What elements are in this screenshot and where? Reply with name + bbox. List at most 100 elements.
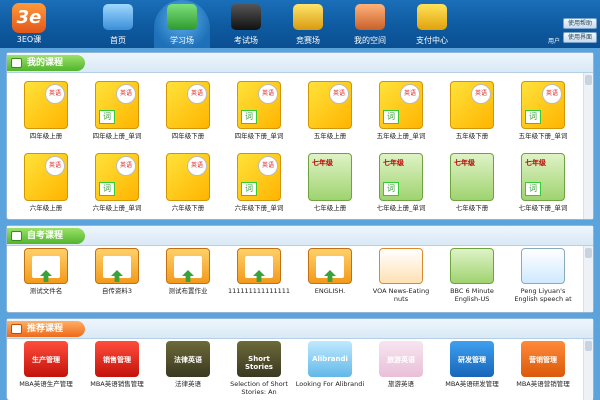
self-course-card[interactable]: BBC 6 Minute English-US: [437, 248, 507, 303]
self-course-card[interactable]: ENGLISH.: [295, 248, 365, 303]
course-card[interactable]: 七年级 七年级下册: [437, 153, 507, 212]
logo-text: 3EO课: [16, 35, 42, 44]
self-courses-scrollbar[interactable]: [583, 246, 593, 312]
recommended-cover: 销售管理: [95, 341, 139, 377]
cover-subtitle: 研发管理: [458, 356, 486, 364]
recommended-card[interactable]: 生产管理 MBA英语生产管理: [11, 341, 81, 396]
course-card[interactable]: 英语词五年级上册_单词: [366, 81, 436, 140]
nav-home[interactable]: 首页: [90, 0, 146, 48]
course-card[interactable]: 英语四年级下册: [153, 81, 223, 140]
help-button[interactable]: 使用帮助: [563, 18, 597, 29]
my-courses-panel: 我的课程 英语 四年级上册 英语词四年级上册_单词 英语 四年级下册 英语词四年级下册_单…: [6, 52, 594, 220]
my-courses-scrollbar[interactable]: [583, 73, 593, 219]
self-course-card[interactable]: VOA News-Eating nuts: [366, 248, 436, 303]
course-label: 六年级上册: [29, 204, 63, 212]
course-card[interactable]: 英语 五年级上册: [295, 81, 365, 140]
self-courses-panel: 自考课程 测试文件名 自传资料3 测试布置作业 111111111111111 ENGL…: [6, 225, 594, 313]
cover-subtitle: 销售管理: [103, 356, 131, 364]
course-cover: 七年级: [308, 153, 352, 201]
recommended-scrollbar[interactable]: [583, 339, 593, 400]
scroll-thumb[interactable]: [585, 75, 592, 85]
scroll-thumb[interactable]: [585, 248, 592, 258]
recommended-title-tab: 推荐课程: [7, 321, 86, 337]
document-icon: [245, 256, 273, 282]
course-card[interactable]: 英语 五年级下册: [437, 81, 507, 140]
course-card[interactable]: 英语 六年级上册: [11, 153, 81, 212]
self-course-label: Peng Liyuan's English speech at: [514, 287, 572, 303]
course-label: 七年级下册: [455, 204, 489, 212]
nav-contest[interactable]: 竞赛场: [280, 0, 336, 48]
self-course-card[interactable]: Peng Liyuan's English speech at: [508, 248, 578, 303]
course-card[interactable]: 英语词四年级上册_单词: [82, 81, 152, 140]
recommended-card[interactable]: Short Stories Selection of Short Stories:…: [224, 341, 294, 396]
course-card[interactable]: 七年级 七年级上册: [295, 153, 365, 212]
recommended-cover: 营销管理: [521, 341, 565, 377]
nav-study[interactable]: 学习场: [154, 0, 210, 48]
course-cover: 七年级词: [379, 153, 423, 201]
nav-payment-label: 支付中心: [416, 36, 448, 45]
voa-cover: [379, 248, 423, 284]
recommended-card[interactable]: 营销管理 MBA英语营销管理: [508, 341, 578, 396]
course-card[interactable]: 英语 四年级上册: [11, 81, 81, 140]
word-icon: 词: [383, 182, 399, 196]
self-course-card[interactable]: 111111111111111: [224, 248, 294, 303]
self-course-label: 自传资料3: [101, 287, 133, 295]
recommended-card[interactable]: 法律英语 法律英语: [153, 341, 223, 396]
folder-cover: [237, 248, 281, 284]
self-course-card[interactable]: 自传资料3: [82, 248, 152, 303]
course-card[interactable]: 英语词四年级下册_单词: [224, 81, 294, 140]
course-cover: 英语: [166, 81, 210, 129]
nav-exam-label: 考试场: [234, 36, 258, 45]
recommended-label: MBA英语生产管理: [19, 380, 73, 388]
self-course-label: 测试布置作业: [168, 287, 208, 295]
course-label: 四年级下册_单词: [234, 132, 284, 140]
course-cover: 七年级词: [521, 153, 565, 201]
interface-button[interactable]: 使用界面: [563, 32, 597, 43]
nav-exam[interactable]: 考试场: [218, 0, 274, 48]
book-icon: [11, 324, 22, 334]
course-card[interactable]: 七年级词七年级下册_单词: [508, 153, 578, 212]
upload-arrow-icon: [111, 270, 123, 282]
self-courses-title: 自考课程: [27, 231, 64, 241]
self-course-card[interactable]: 测试文件名: [11, 248, 81, 303]
logo-badge: 3e: [12, 3, 46, 33]
recommended-card[interactable]: 研发管理 MBA英语研发管理: [437, 341, 507, 396]
course-label: 四年级下册: [171, 132, 205, 140]
trophy-icon: [293, 4, 323, 30]
user-label: 用户: [547, 38, 560, 45]
recommended-label: 法律英语: [175, 380, 201, 388]
grade-label: 七年级: [525, 159, 546, 167]
upload-arrow-icon: [40, 270, 52, 282]
course-cover: 英语词: [95, 81, 139, 129]
home-screen-icon: [103, 4, 133, 30]
scroll-thumb[interactable]: [585, 341, 592, 351]
my-courses-grid: 英语 四年级上册 英语词四年级上册_单词 英语 四年级下册 英语词四年级下册_单词 英语 五年…: [7, 73, 583, 219]
course-card[interactable]: 英语 六年级下册: [153, 153, 223, 212]
course-card[interactable]: 英语词六年级上册_单词: [82, 153, 152, 212]
recommended-card[interactable]: Alibrandi Looking For Alibrandi: [295, 341, 365, 396]
english-badge-icon: 英语: [258, 84, 278, 104]
nav-payment[interactable]: 支付中心: [404, 0, 460, 48]
word-icon: 词: [383, 110, 399, 124]
english-badge-icon: 英语: [187, 156, 207, 176]
course-card[interactable]: 英语词六年级下册_单词: [224, 153, 294, 212]
recommended-cover: Short Stories: [237, 341, 281, 377]
course-cover: 英语词: [379, 81, 423, 129]
english-badge-icon: 英语: [187, 84, 207, 104]
nav-my-space[interactable]: 我的空间: [342, 0, 398, 48]
recommended-card[interactable]: 旅游英语 旅游英语: [366, 341, 436, 396]
word-icon: 词: [241, 182, 257, 196]
course-card[interactable]: 七年级词七年级上册_单词: [366, 153, 436, 212]
app-logo: 3e 3EO课: [6, 3, 52, 45]
course-card[interactable]: 英语词五年级下册_单词: [508, 81, 578, 140]
word-icon: 词: [525, 182, 541, 196]
my-courses-title: 我的课程: [27, 58, 64, 68]
course-cover: 英语: [166, 153, 210, 201]
english-badge-icon: 英语: [471, 84, 491, 104]
word-icon: 词: [241, 110, 257, 124]
self-course-label: 111111111111111: [227, 287, 291, 295]
recommended-card[interactable]: 销售管理 MBA英语销售管理: [82, 341, 152, 396]
self-course-card[interactable]: 测试布置作业: [153, 248, 223, 303]
english-badge-icon: 英语: [400, 84, 420, 104]
course-cover: 英语词: [237, 153, 281, 201]
